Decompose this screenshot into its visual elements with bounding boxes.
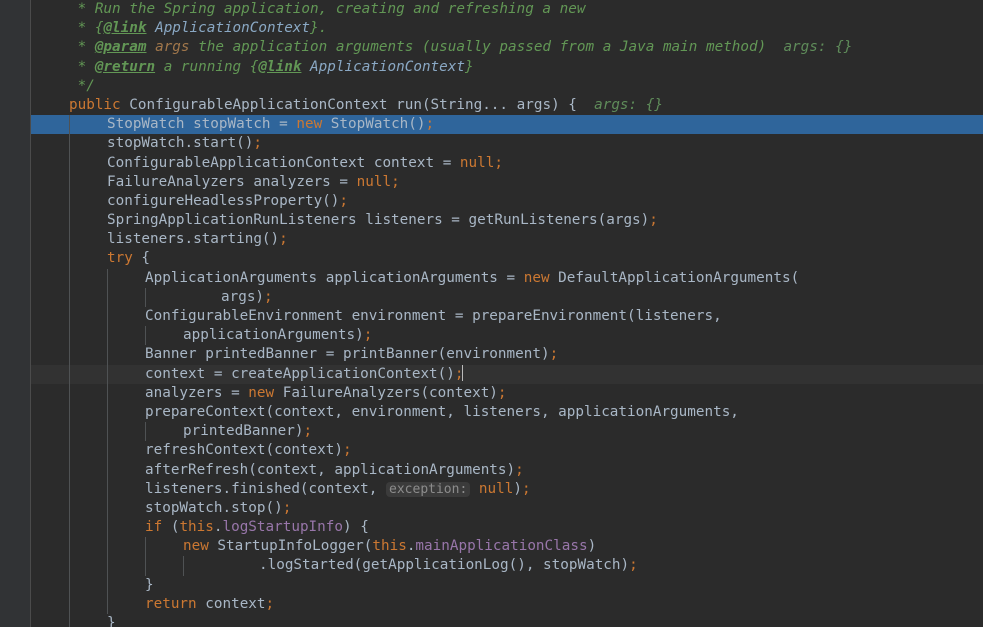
code-line[interactable]: args); <box>31 287 983 307</box>
keyword-public: public <box>69 96 121 113</box>
text-caret <box>462 364 464 381</box>
code-line[interactable]: return context; <box>31 594 983 614</box>
code-line[interactable]: stopWatch.stop(); <box>31 498 983 519</box>
code-line[interactable]: * Run the Spring application, creating a… <box>31 0 983 19</box>
code-line[interactable]: listeners.starting(); <box>31 230 983 250</box>
code-line[interactable]: listeners.finished(context, exception: n… <box>31 479 983 499</box>
javadoc-link-tag[interactable]: @link <box>103 20 146 36</box>
keyword-this: this <box>179 519 214 536</box>
code-line[interactable]: * {@link ApplicationContext}. <box>31 19 983 38</box>
code-editor[interactable]: @ * Run the Spring applicatio <box>0 0 983 627</box>
method-name-run: run <box>396 96 422 113</box>
inline-value-hint: args: {} <box>594 96 663 113</box>
code-line[interactable]: new StartupInfoLogger(this.mainApplicati… <box>31 537 983 557</box>
code-line-method-signature[interactable]: public ConfigurableApplicationContext ru… <box>31 96 983 115</box>
javadoc-param-name: args <box>146 39 190 56</box>
keyword-new: new <box>296 116 323 133</box>
inline-value-hint: args: {} <box>783 39 853 56</box>
keyword-if: if <box>145 519 163 536</box>
code-line[interactable]: ApplicationArguments applicationArgument… <box>31 268 983 288</box>
keyword-try: try <box>107 250 133 267</box>
code-line[interactable]: * @param args the application arguments … <box>31 38 983 57</box>
code-line[interactable]: .logStarted(getApplicationLog(), stopWat… <box>31 556 983 576</box>
javadoc-param-tag[interactable]: @param <box>95 39 147 55</box>
code-content[interactable]: * Run the Spring application, creating a… <box>31 0 983 627</box>
javadoc-link-tag[interactable]: @link <box>258 59 301 75</box>
javadoc-text: * Run the Spring application, creating a… <box>69 1 586 17</box>
field-mainApplicationClass: mainApplicationClass <box>415 538 588 555</box>
code-line[interactable]: ConfigurableEnvironment environment = pr… <box>31 307 983 327</box>
code-line[interactable]: FailureAnalyzers analyzers = null; <box>31 172 983 192</box>
code-line[interactable]: afterRefresh(context, applicationArgumen… <box>31 460 983 480</box>
code-line[interactable]: ConfigurableApplicationContext context =… <box>31 153 983 173</box>
code-line[interactable]: Banner printedBanner = printBanner(envir… <box>31 345 983 365</box>
code-line[interactable]: * @return a running {@link ApplicationCo… <box>31 58 983 77</box>
code-line[interactable]: SpringApplicationRunListeners listeners … <box>31 211 983 231</box>
keyword-null: null <box>459 154 495 171</box>
code-line[interactable]: */ <box>31 77 983 96</box>
javadoc-link-target: ApplicationContext <box>146 20 311 37</box>
code-line[interactable]: refreshContext(context); <box>31 441 983 461</box>
code-line[interactable]: prepareContext(context, environment, lis… <box>31 402 983 423</box>
code-line[interactable]: analyzers = new FailureAnalyzers(context… <box>31 383 983 403</box>
code-line-current[interactable]: context = createApplicationContext(); <box>31 364 983 384</box>
code-line[interactable]: applicationArguments); <box>31 326 983 346</box>
code-line[interactable]: if (this.logStartupInfo) { <box>31 518 983 538</box>
keyword-return: return <box>145 595 197 612</box>
gutter-separator <box>30 0 31 627</box>
code-line[interactable]: printedBanner); <box>31 422 983 442</box>
code-line[interactable]: } <box>31 614 983 627</box>
code-line[interactable]: } <box>31 575 983 595</box>
parameter-name-hint: exception: <box>386 481 471 497</box>
field-logStartupInfo: logStartupInfo <box>222 519 343 536</box>
code-line[interactable]: stopWatch.start(); <box>31 134 983 154</box>
code-line-selected[interactable]: StopWatch stopWatch = new StopWatch(); <box>31 115 983 135</box>
code-line[interactable]: try { <box>31 249 983 269</box>
editor-gutter[interactable] <box>0 0 30 627</box>
code-line[interactable]: configureHeadlessProperty(); <box>31 191 983 212</box>
javadoc-return-tag[interactable]: @return <box>95 59 155 75</box>
